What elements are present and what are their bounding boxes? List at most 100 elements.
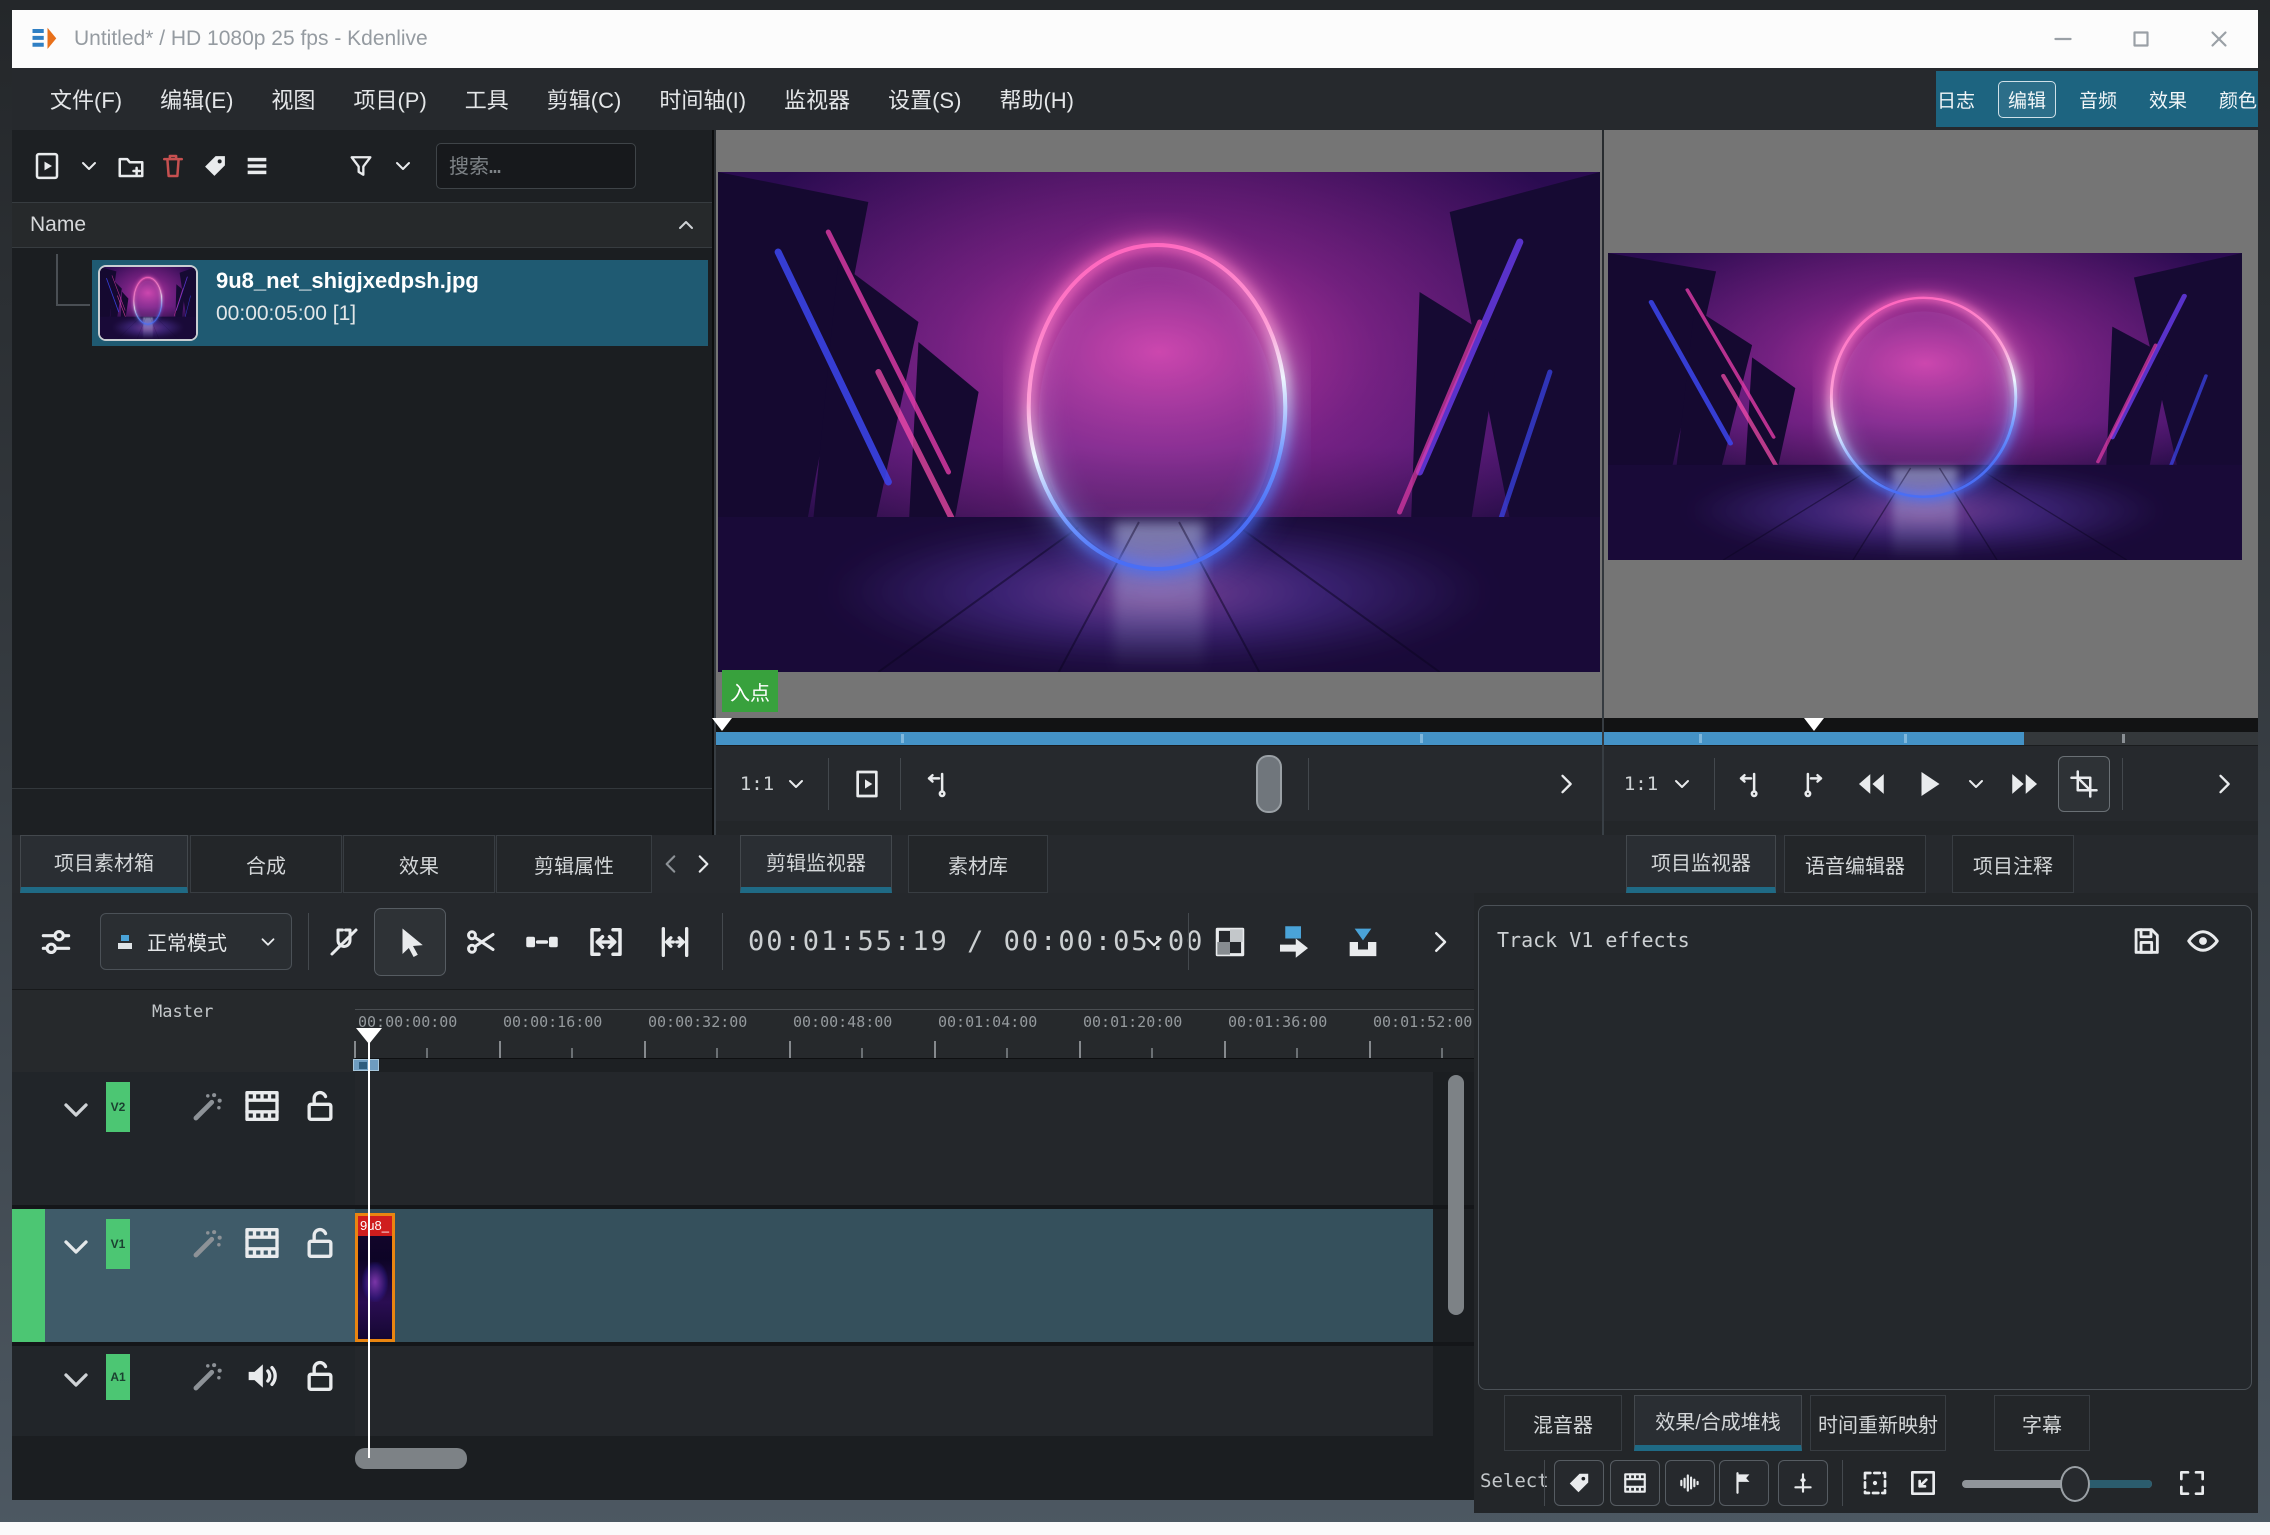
overwrite-zone-button[interactable] <box>1336 893 1390 990</box>
vertical-scrollbar[interactable] <box>1448 1075 1464 1315</box>
zoom-dropdown-button[interactable] <box>1664 746 1700 822</box>
workspace-color[interactable]: 颜色 <box>2210 82 2266 117</box>
bin-clip-row[interactable]: 9u8_net_shigjxedpsh.jpg 00:00:05:00 [1] <box>12 254 712 346</box>
add-clip-menu-button[interactable] <box>68 143 110 189</box>
collapse-chevron-icon[interactable] <box>56 1360 96 1400</box>
select-clips-button[interactable] <box>1610 1460 1660 1506</box>
video-track-icon[interactable] <box>242 1086 282 1126</box>
lock-open-icon[interactable] <box>300 1086 340 1126</box>
track-effects-wand-icon[interactable] <box>188 1358 226 1396</box>
volume-slider[interactable] <box>1256 755 1282 813</box>
menu-tools[interactable]: 工具 <box>465 83 509 115</box>
tabs-scroll-left-icon[interactable] <box>658 851 684 877</box>
zoom-level-label[interactable]: 1:1 <box>1616 746 1666 822</box>
menu-monitor[interactable]: 监视器 <box>784 83 850 115</box>
clip-monitor-ruler[interactable] <box>712 718 1602 732</box>
master-button[interactable]: Master <box>152 1002 213 1022</box>
tab-library[interactable]: 素材库 <box>908 835 1048 893</box>
track-v2-tag[interactable]: V2 <box>106 1082 130 1132</box>
tab-time-remap[interactable]: 时间重新映射 <box>1810 1395 1946 1451</box>
toolbar-overflow-button[interactable] <box>2204 746 2244 822</box>
track-a1-header[interactable]: A1 <box>12 1346 355 1436</box>
zone-out-button[interactable] <box>1786 746 1836 822</box>
workspace-editing[interactable]: 编辑 <box>1997 80 2056 118</box>
workspace-audio[interactable]: 音频 <box>2070 82 2126 117</box>
tab-project-bin[interactable]: 项目素材箱 <box>20 835 188 893</box>
video-track-icon[interactable] <box>242 1223 282 1263</box>
track-a1-tag[interactable]: A1 <box>106 1354 130 1400</box>
horizontal-scrollbar[interactable] <box>355 1448 467 1469</box>
track-v1-header[interactable]: V1 <box>12 1209 355 1342</box>
razor-tool-button[interactable] <box>456 893 506 990</box>
menu-timeline[interactable]: 时间轴(I) <box>659 83 746 115</box>
workspace-effects[interactable]: 效果 <box>2140 82 2196 117</box>
toolbar-overflow-button[interactable] <box>1420 893 1460 990</box>
menu-file[interactable]: 文件(F) <box>50 83 122 115</box>
menu-view[interactable]: 视图 <box>271 83 315 115</box>
tab-mixer[interactable]: 混音器 <box>1504 1395 1622 1451</box>
lock-open-icon[interactable] <box>300 1356 340 1396</box>
snap-toggle-button[interactable] <box>320 893 368 990</box>
playhead-marker[interactable] <box>1804 718 1824 731</box>
tabs-scroll-right-icon[interactable] <box>690 851 716 877</box>
track-effects-wand-icon[interactable] <box>188 1225 226 1263</box>
collapse-chevron-icon[interactable] <box>56 1227 96 1267</box>
tab-voice-editor[interactable]: 语音编辑器 <box>1784 835 1926 893</box>
playhead-marker[interactable] <box>712 718 732 731</box>
lock-open-icon[interactable] <box>300 1223 340 1263</box>
insert-zone-button[interactable] <box>1266 893 1322 990</box>
zoom-dropdown-button[interactable] <box>778 746 814 822</box>
track-effects-wand-icon[interactable] <box>188 1088 226 1126</box>
track-v1-tag[interactable]: V1 <box>106 1219 130 1269</box>
rewind-button[interactable] <box>1844 746 1898 822</box>
zone-in-marker[interactable] <box>353 1059 379 1071</box>
zone-in-button[interactable] <box>914 746 964 822</box>
minimize-icon[interactable] <box>2050 26 2076 52</box>
slider-knob[interactable] <box>2060 1466 2090 1502</box>
clip-monitor-zoombar[interactable] <box>716 732 1602 745</box>
playhead-triangle[interactable] <box>356 1028 382 1044</box>
menu-settings[interactable]: 设置(S) <box>888 83 961 115</box>
expand-fullscreen-icon[interactable] <box>2176 1467 2208 1499</box>
tab-compositions[interactable]: 合成 <box>190 835 342 893</box>
zoom-corner-icon[interactable] <box>1907 1467 1939 1499</box>
audio-track-speaker-icon[interactable] <box>242 1356 282 1396</box>
menu-help[interactable]: 帮助(H) <box>999 83 1074 115</box>
timecode-menu-button[interactable] <box>1134 893 1174 990</box>
tab-subtitles[interactable]: 字幕 <box>1994 1395 2090 1451</box>
play-menu-button[interactable] <box>1956 746 1996 822</box>
bin-column-header[interactable]: Name <box>12 202 712 248</box>
maximize-icon[interactable] <box>2128 26 2154 52</box>
close-icon[interactable] <box>2206 26 2232 52</box>
select-markers-button[interactable] <box>1719 1460 1769 1506</box>
timeline-ruler[interactable]: Master 00:00:00:00 00:00:16:00 00:00:32:… <box>12 990 1474 1072</box>
sort-chevron-up-icon[interactable] <box>674 213 698 237</box>
workspace-logging[interactable]: 日志 <box>1928 82 1984 117</box>
clip-thumbnail[interactable] <box>98 265 198 341</box>
tab-effects[interactable]: 效果 <box>343 835 495 893</box>
select-audio-button[interactable] <box>1665 1460 1715 1506</box>
collapse-chevron-icon[interactable] <box>56 1090 96 1130</box>
select-keyframes-button[interactable] <box>1778 1460 1828 1506</box>
tab-clip-monitor[interactable]: 剪辑监视器 <box>740 835 892 893</box>
spacer-tool-button[interactable] <box>514 893 570 990</box>
timeline-clip[interactable]: 9u8_ <box>355 1213 395 1342</box>
zone-mode-button[interactable] <box>2058 756 2110 812</box>
menu-clip[interactable]: 剪辑(C) <box>547 83 622 115</box>
bin-menu-button[interactable] <box>236 143 278 189</box>
menu-edit[interactable]: 编辑(E) <box>160 83 233 115</box>
track-v1-lane[interactable] <box>355 1209 1433 1342</box>
timeline-zoom-slider[interactable] <box>1962 1466 2152 1502</box>
clip-monitor-button[interactable] <box>842 746 892 822</box>
add-clip-button[interactable] <box>26 143 68 189</box>
fast-forward-button[interactable] <box>1998 746 2052 822</box>
tab-clip-properties[interactable]: 剪辑属性 <box>496 835 652 893</box>
edit-mode-dropdown[interactable]: 正常模式 <box>100 913 292 970</box>
search-input[interactable] <box>436 143 636 189</box>
selection-tool-button[interactable] <box>374 908 446 976</box>
project-monitor-zoombar[interactable] <box>1604 732 2258 745</box>
zoom-level-label[interactable]: 1:1 <box>732 746 782 822</box>
play-button[interactable] <box>1902 746 1956 822</box>
create-folder-button[interactable] <box>110 143 152 189</box>
toolbar-overflow-button[interactable] <box>1546 746 1586 822</box>
